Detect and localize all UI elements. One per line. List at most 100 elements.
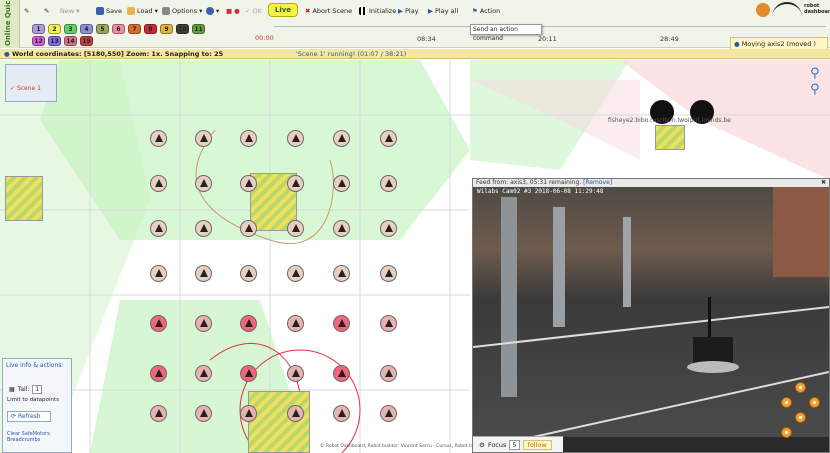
path-node[interactable] bbox=[195, 405, 212, 422]
robot-swatch[interactable]: 15 bbox=[80, 36, 93, 46]
path-node[interactable] bbox=[287, 315, 304, 332]
pen-icon[interactable]: ✎ bbox=[44, 4, 49, 17]
robot-swatch[interactable]: 12 bbox=[32, 36, 45, 46]
live-info-panel: Live info & actions: ▦ Tail: 1 Limit to d… bbox=[2, 358, 72, 453]
robot-swatch[interactable]: 1 bbox=[32, 24, 45, 34]
path-node[interactable] bbox=[150, 315, 167, 332]
dashboard-gauge-icon bbox=[772, 2, 802, 18]
path-node[interactable] bbox=[333, 365, 350, 382]
load-button[interactable]: Load ▾ bbox=[127, 4, 158, 17]
path-node[interactable] bbox=[195, 365, 212, 382]
dpad-left-button[interactable] bbox=[781, 397, 792, 408]
robot-swatch[interactable]: 13 bbox=[48, 36, 61, 46]
path-node[interactable] bbox=[150, 220, 167, 237]
close-icon[interactable]: ✖ bbox=[821, 179, 826, 187]
path-node[interactable] bbox=[150, 175, 167, 192]
refresh-button[interactable]: ⟳ Refresh bbox=[7, 411, 51, 422]
path-node[interactable] bbox=[333, 175, 350, 192]
path-node[interactable] bbox=[287, 265, 304, 282]
path-node[interactable] bbox=[195, 130, 212, 147]
path-node[interactable] bbox=[380, 365, 397, 382]
follow-button[interactable]: follow bbox=[522, 439, 552, 450]
abort-scene-button[interactable]: ✖ Abort Scene bbox=[305, 4, 352, 17]
play-all-button[interactable]: ▶ Play all bbox=[428, 4, 458, 17]
path-node[interactable] bbox=[240, 130, 257, 147]
path-node[interactable] bbox=[287, 130, 304, 147]
path-node[interactable] bbox=[195, 315, 212, 332]
path-node[interactable] bbox=[240, 175, 257, 192]
path-node[interactable] bbox=[195, 220, 212, 237]
dpad-down-button[interactable] bbox=[795, 412, 806, 423]
path-node[interactable] bbox=[333, 220, 350, 237]
robot-swatch[interactable]: 14 bbox=[64, 36, 77, 46]
path-node[interactable] bbox=[380, 315, 397, 332]
robot-swatch[interactable]: 2 bbox=[48, 24, 61, 34]
tail-select[interactable]: 1 bbox=[32, 385, 43, 394]
feed-controls: ⚙ Focus 5 follow bbox=[473, 436, 563, 452]
focus-icon: ⚙ bbox=[479, 440, 485, 449]
path-node[interactable] bbox=[380, 130, 397, 147]
path-node[interactable] bbox=[380, 220, 397, 237]
robot-swatch[interactable]: 4 bbox=[80, 24, 93, 34]
zoom-in-icon[interactable]: ⚲ bbox=[810, 66, 820, 81]
path-node[interactable] bbox=[240, 365, 257, 382]
edit-icon[interactable]: ✎ bbox=[24, 4, 29, 17]
ok-button[interactable]: ✓ OK bbox=[245, 4, 262, 17]
remove-link[interactable]: [Remove] bbox=[583, 179, 612, 186]
robot-swatch[interactable]: 9 bbox=[160, 24, 173, 34]
path-node[interactable] bbox=[380, 175, 397, 192]
help-button[interactable]: ▾ bbox=[206, 4, 219, 17]
path-node[interactable] bbox=[240, 220, 257, 237]
path-node[interactable] bbox=[195, 265, 212, 282]
feed-caption: Wilabs Cam02 #3 2018-06-08 11:29:48 bbox=[477, 188, 604, 195]
save-button[interactable]: Save bbox=[96, 4, 122, 17]
new-button[interactable]: New ▾ bbox=[60, 4, 79, 17]
robot-swatch[interactable]: 8 bbox=[144, 24, 157, 34]
play-button[interactable]: ▶ Play bbox=[398, 4, 419, 17]
path-node[interactable] bbox=[380, 405, 397, 422]
path-node[interactable] bbox=[150, 130, 167, 147]
initialize-button[interactable]: Initialize bbox=[359, 4, 396, 17]
robot-swatch[interactable]: 11 bbox=[192, 24, 205, 34]
dpad-up-button[interactable] bbox=[795, 382, 806, 393]
feed-header: Feed from: axis3, 05:31 remaining. [Remo… bbox=[473, 179, 829, 187]
action-button[interactable]: ⚑ Action bbox=[472, 4, 500, 17]
robot-swatch[interactable]: 10 bbox=[176, 24, 189, 34]
clear-breadcrumbs-button[interactable]: Clear SafeMotors Breadcrumbs bbox=[7, 431, 67, 443]
robot-swatch[interactable]: 7 bbox=[128, 24, 141, 34]
path-node[interactable] bbox=[240, 315, 257, 332]
path-node[interactable] bbox=[287, 405, 304, 422]
path-node[interactable] bbox=[333, 405, 350, 422]
path-node[interactable] bbox=[287, 365, 304, 382]
scene-tab[interactable]: ✓ Scene 1 bbox=[10, 85, 41, 92]
path-node[interactable] bbox=[333, 315, 350, 332]
path-node[interactable] bbox=[287, 175, 304, 192]
flag-icon bbox=[359, 6, 367, 15]
path-node[interactable] bbox=[287, 220, 304, 237]
scene-panel[interactable]: ✓ Scene 1 bbox=[5, 64, 57, 102]
path-node[interactable] bbox=[240, 265, 257, 282]
options-button[interactable]: Options ▾ bbox=[162, 4, 202, 17]
dpad-rotate-button[interactable] bbox=[781, 427, 792, 438]
zoom-out-icon[interactable]: ⚲ bbox=[810, 82, 820, 97]
fisheye-label: fisheye2.bibo.ruscitcin.lwoiprit.iminds.… bbox=[608, 117, 731, 124]
path-node[interactable] bbox=[150, 365, 167, 382]
dpad-right-button[interactable] bbox=[809, 397, 820, 408]
path-node[interactable] bbox=[195, 175, 212, 192]
robot-swatch[interactable]: 5 bbox=[96, 24, 109, 34]
path-node[interactable] bbox=[150, 405, 167, 422]
focus-select[interactable]: 5 bbox=[509, 439, 520, 450]
path-node[interactable] bbox=[240, 405, 257, 422]
robot-logo-icon bbox=[756, 3, 770, 17]
live-button[interactable]: Live bbox=[268, 3, 298, 17]
path-node[interactable] bbox=[380, 265, 397, 282]
robot-swatch[interactable]: 3 bbox=[64, 24, 77, 34]
path-node[interactable] bbox=[150, 265, 167, 282]
robot-swatch[interactable]: 6 bbox=[112, 24, 125, 34]
limit-checkbox[interactable]: Limit to datapoints bbox=[7, 397, 59, 403]
path-node[interactable] bbox=[333, 265, 350, 282]
timeline-tick: 08:34 bbox=[417, 35, 436, 43]
path-node[interactable] bbox=[333, 130, 350, 147]
record-controls[interactable]: ■ ● bbox=[226, 4, 240, 17]
camera-feed-window[interactable]: Feed from: axis3, 05:31 remaining. [Remo… bbox=[472, 178, 830, 453]
